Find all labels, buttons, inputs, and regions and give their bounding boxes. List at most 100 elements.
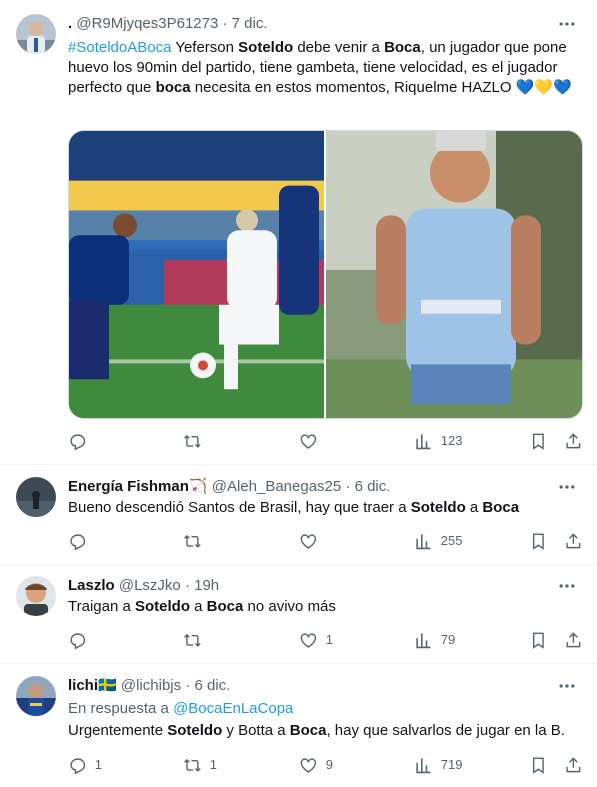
share-icon — [566, 757, 581, 773]
user-handle[interactable]: @Aleh_Banegas25 — [212, 478, 342, 495]
reply-count: 1 — [94, 757, 102, 773]
bookmark-icon — [532, 632, 544, 649]
retweet-button[interactable]: 1 — [183, 756, 217, 775]
like-button[interactable]: 1 — [299, 631, 333, 650]
reply-button[interactable]: 1 — [68, 756, 102, 775]
user-handle[interactable]: @R9Mjyqes3P61273 — [76, 15, 218, 32]
views-button[interactable]: 719 — [414, 756, 462, 775]
text-segment: , hay que salvarlos de jugar en la B. — [326, 722, 565, 739]
media-image-1[interactable] — [69, 131, 324, 418]
text-segment: Boca — [384, 39, 421, 56]
views-icon — [416, 758, 431, 774]
separator-dot: · — [184, 577, 190, 594]
bookmark-button[interactable] — [529, 432, 548, 451]
reply-button[interactable] — [68, 631, 95, 650]
bookmark-button[interactable] — [529, 532, 548, 551]
reply-context: En respuesta a @BocaEnLaCopa — [68, 699, 583, 719]
reply-icon — [70, 758, 86, 775]
share-icon — [566, 632, 581, 648]
text-segment: a — [189, 598, 207, 615]
tweet-date[interactable]: 6 dic. — [355, 478, 391, 495]
reply-icon — [70, 534, 86, 551]
more-options-button[interactable] — [557, 14, 579, 34]
text-segment: a — [465, 499, 483, 516]
tweet-actions: 123 — [68, 432, 583, 452]
avatar[interactable] — [16, 14, 56, 54]
share-button[interactable] — [564, 432, 583, 451]
avatar[interactable] — [16, 576, 56, 616]
reply-button[interactable] — [68, 532, 95, 551]
tweet-header: lichi🇸🇪 @lichibjs · 6 dic. — [68, 676, 230, 696]
retweet-button[interactable] — [183, 432, 210, 451]
hashtag-link[interactable]: #SoteldoABoca — [68, 39, 171, 56]
media-image-2[interactable] — [326, 131, 582, 418]
more-options-button[interactable] — [557, 477, 579, 497]
retweet-button[interactable] — [183, 532, 210, 551]
views-button[interactable]: 79 — [414, 631, 455, 650]
like-button[interactable] — [299, 432, 326, 451]
tweet-date[interactable]: 7 dic. — [232, 15, 268, 32]
bookmark-button[interactable] — [529, 631, 548, 650]
tweet-date[interactable]: 19h — [194, 577, 219, 594]
avatar[interactable] — [16, 676, 56, 716]
reply-to-link[interactable]: @BocaEnLaCopa — [173, 700, 293, 717]
reply-button[interactable] — [68, 432, 95, 451]
text-segment: Yeferson — [171, 39, 239, 56]
views-button[interactable]: 255 — [414, 532, 462, 551]
views-icon — [416, 434, 431, 450]
retweet-icon — [184, 633, 201, 647]
bookmark-icon — [532, 433, 544, 450]
user-handle[interactable]: @LszJko — [119, 577, 181, 594]
share-button[interactable] — [564, 532, 583, 551]
retweet-icon — [184, 534, 201, 548]
share-button[interactable] — [564, 631, 583, 650]
more-options-button[interactable] — [557, 676, 579, 696]
user-handle[interactable]: @lichibjs — [121, 677, 181, 694]
tweet-4[interactable]: lichi🇸🇪 @lichibjs · 6 dic. En respuesta … — [0, 664, 597, 787]
text-segment: necesita en estos momentos, Riquelme HAZ… — [190, 79, 516, 96]
text-segment: Boca — [206, 598, 244, 615]
bookmark-icon — [532, 757, 544, 774]
reply-icon — [70, 633, 86, 650]
separator-dot: · — [222, 15, 228, 32]
views-count: 123 — [440, 433, 463, 449]
bookmark-button[interactable] — [529, 756, 548, 775]
display-name[interactable]: lichi — [68, 677, 98, 694]
text-segment: Soteldo — [238, 39, 294, 56]
avatar[interactable] — [16, 477, 56, 517]
tweet-1[interactable]: . @R9Mjyqes3P61273 · 7 dic. #SoteldoABoc… — [0, 0, 597, 465]
more-icon — [559, 584, 575, 588]
display-name[interactable]: . — [68, 15, 72, 32]
more-icon — [559, 22, 575, 26]
like-icon — [300, 633, 317, 648]
tweet-text: #SoteldoABoca Yeferson Soteldo debe veni… — [68, 38, 583, 98]
like-button[interactable]: 9 — [299, 756, 333, 775]
emoji-text: 💙💛💙 — [515, 79, 572, 96]
tweet-actions: 255 — [68, 532, 583, 552]
text-segment: Soteldo — [410, 499, 466, 516]
views-count: 79 — [440, 632, 456, 648]
like-count: 9 — [325, 757, 333, 773]
retweet-icon — [184, 434, 201, 448]
share-button[interactable] — [564, 756, 583, 775]
like-icon — [300, 758, 317, 773]
tweet-date[interactable]: 6 dic. — [194, 677, 230, 694]
views-count: 719 — [440, 757, 463, 773]
tweet-3[interactable]: Laszlo @LszJko · 19h Traigan a Soteldo a… — [0, 565, 597, 664]
tweet-actions: 1 1 9 719 — [68, 756, 583, 776]
share-icon — [566, 433, 581, 449]
text-segment: y Botta a — [222, 722, 290, 739]
like-count: 1 — [325, 632, 333, 648]
retweet-button[interactable] — [183, 631, 210, 650]
more-options-button[interactable] — [557, 576, 579, 596]
tweet-header: . @R9Mjyqes3P61273 · 7 dic. — [68, 14, 268, 34]
display-name[interactable]: Energía Fishman — [68, 478, 189, 495]
like-button[interactable] — [299, 532, 326, 551]
views-icon — [416, 534, 431, 550]
views-button[interactable]: 123 — [414, 432, 462, 451]
text-segment: Urgentemente — [68, 722, 168, 739]
tweet-2[interactable]: Energía Fishman🏹 @Aleh_Banegas25 · 6 dic… — [0, 465, 597, 565]
display-name[interactable]: Laszlo — [68, 577, 115, 594]
tweet-media[interactable] — [68, 130, 583, 419]
retweet-icon — [184, 758, 201, 772]
